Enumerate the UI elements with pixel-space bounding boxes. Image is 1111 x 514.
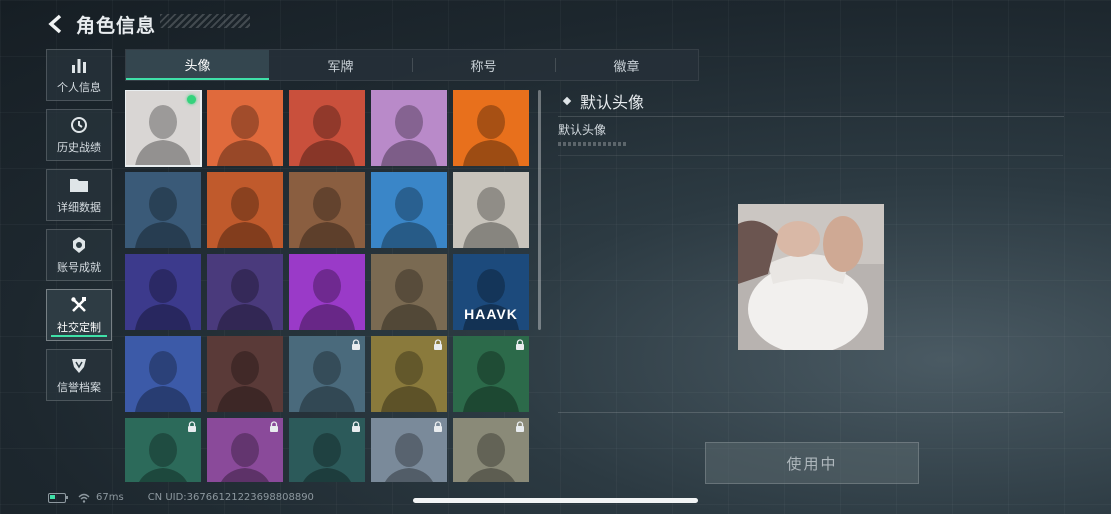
- avatar-grid: HAAVK: [125, 90, 533, 482]
- page-title: 角色信息: [76, 14, 157, 37]
- sidebar: 个人信息 历史战绩 详细数据 账号成就 社交定制 信誉档案: [46, 49, 112, 409]
- diamond-icon: [562, 96, 572, 106]
- header: 角色信息: [44, 8, 156, 40]
- avatar-tile-operator-cap[interactable]: [207, 90, 283, 166]
- lock-icon: [516, 339, 524, 350]
- tab-dogtag[interactable]: 军牌: [269, 50, 412, 80]
- sidebar-item-social[interactable]: 社交定制: [46, 289, 112, 341]
- avatar-tile-bearded-soldier[interactable]: [371, 336, 447, 412]
- avatar-tile-goggles-girl[interactable]: [289, 254, 365, 330]
- avatar-tile-helmet-soldier[interactable]: [289, 418, 365, 482]
- sidebar-item-profile[interactable]: 个人信息: [46, 49, 112, 101]
- avatar-tile-white-hair[interactable]: [371, 90, 447, 166]
- avatar-image: [289, 254, 365, 330]
- detail-heading: 默认头像: [580, 93, 645, 112]
- avatar-tile-purple-girl[interactable]: [207, 418, 283, 482]
- avatar-image: [207, 254, 283, 330]
- avatar-image: [125, 336, 201, 412]
- lock-icon: [352, 421, 360, 432]
- avatar-tile-masked-operator[interactable]: [453, 90, 529, 166]
- lock-icon: [434, 421, 442, 432]
- status-bar: 67ms CN UID:36766121223698808890: [48, 492, 314, 503]
- avatar-tile-glasses-man[interactable]: [207, 254, 283, 330]
- avatar-image: [453, 90, 529, 166]
- avatar-tile-monkey-book[interactable]: [371, 172, 447, 248]
- avatar-logo-text: HAAVK: [464, 306, 518, 322]
- in-use-button[interactable]: 使用中: [705, 442, 919, 484]
- folder-icon: [70, 178, 88, 192]
- avatar-image: [289, 172, 365, 248]
- bar-chart-icon: [72, 58, 86, 73]
- lock-icon: [516, 421, 524, 432]
- avatar-tile-helicopter-scene[interactable]: [453, 418, 529, 482]
- avatar-tile-haavk-logo[interactable]: HAAVK: [453, 254, 529, 330]
- avatar-tile-headset-man[interactable]: [453, 336, 529, 412]
- avatar-image: [207, 90, 283, 166]
- avatar-image: [207, 172, 283, 248]
- sidebar-item-history[interactable]: 历史战绩: [46, 109, 112, 161]
- lock-icon: [270, 421, 278, 432]
- home-indicator[interactable]: [413, 498, 698, 503]
- avatar-tile-tribal-mask[interactable]: [125, 336, 201, 412]
- sidebar-item-reputation[interactable]: 信誉档案: [46, 349, 112, 401]
- avatar-tile-skull-mask[interactable]: [207, 336, 283, 412]
- avatar-preview: [738, 204, 884, 354]
- avatar-tile-eagle-emblem-camo[interactable]: [371, 254, 447, 330]
- sidebar-item-label: 账号成就: [57, 260, 101, 274]
- lock-icon: [188, 421, 196, 432]
- chevron-left-icon: [48, 14, 62, 34]
- medal-icon: [73, 236, 85, 253]
- avatar-image: [371, 90, 447, 166]
- avatar-tile-fireworks-2026[interactable]: [125, 254, 201, 330]
- detail-panel: 默认头像 默认头像: [558, 88, 1064, 146]
- avatar-image: [125, 172, 201, 248]
- clock-icon: [71, 116, 87, 133]
- avatar-tile-pilot-woman[interactable]: [289, 336, 365, 412]
- detail-description: 默认头像: [558, 123, 607, 137]
- sidebar-item-label: 社交定制: [57, 320, 101, 334]
- avatar-scrollbar[interactable]: [538, 90, 541, 330]
- avatar-image: [207, 336, 283, 412]
- sidebar-item-label: 历史战绩: [57, 140, 101, 154]
- avatar-image: [289, 90, 365, 166]
- avatar-tile-feather[interactable]: [207, 172, 283, 248]
- sidebar-item-achievements[interactable]: 账号成就: [46, 229, 112, 281]
- tab-avatar[interactable]: 头像: [126, 50, 269, 80]
- title-decoration: [160, 14, 250, 28]
- back-button[interactable]: [44, 12, 68, 36]
- selected-indicator: [187, 95, 196, 104]
- avatar-image: [371, 254, 447, 330]
- avatar-tile-operator-helmet[interactable]: [289, 90, 365, 166]
- sidebar-item-label: 个人信息: [57, 80, 101, 94]
- avatar-tile-scales[interactable]: [289, 172, 365, 248]
- avatar-tile-bearded-glasses[interactable]: [125, 418, 201, 482]
- avatar-image: [453, 172, 529, 248]
- battery-icon: [48, 492, 68, 503]
- tab-title[interactable]: 称号: [412, 50, 555, 80]
- avatar-tile-sniper-rifle[interactable]: [125, 172, 201, 248]
- sidebar-item-details[interactable]: 详细数据: [46, 169, 112, 221]
- tools-icon: [71, 296, 86, 312]
- avatar-image: [125, 254, 201, 330]
- sidebar-item-label: 信誉档案: [57, 380, 101, 394]
- shield-icon: [72, 358, 86, 373]
- avatar-tile-eagle-emblem-light[interactable]: [453, 172, 529, 248]
- avatar-image: [371, 172, 447, 248]
- tab-badge[interactable]: 徽章: [555, 50, 698, 80]
- divider: [558, 116, 1064, 117]
- description-decoration: [558, 142, 628, 146]
- lock-icon: [352, 339, 360, 350]
- ping-value: 67ms: [96, 492, 124, 503]
- lock-icon: [434, 339, 442, 350]
- uid-text: CN UID:36766121223698808890: [147, 492, 314, 503]
- tab-bar: 头像 军牌 称号 徽章: [125, 49, 699, 81]
- avatar-tile-default-avatar[interactable]: [125, 90, 202, 167]
- avatar-tile-star-emblem[interactable]: [371, 418, 447, 482]
- wifi-icon: [78, 493, 90, 503]
- sidebar-item-label: 详细数据: [57, 200, 101, 214]
